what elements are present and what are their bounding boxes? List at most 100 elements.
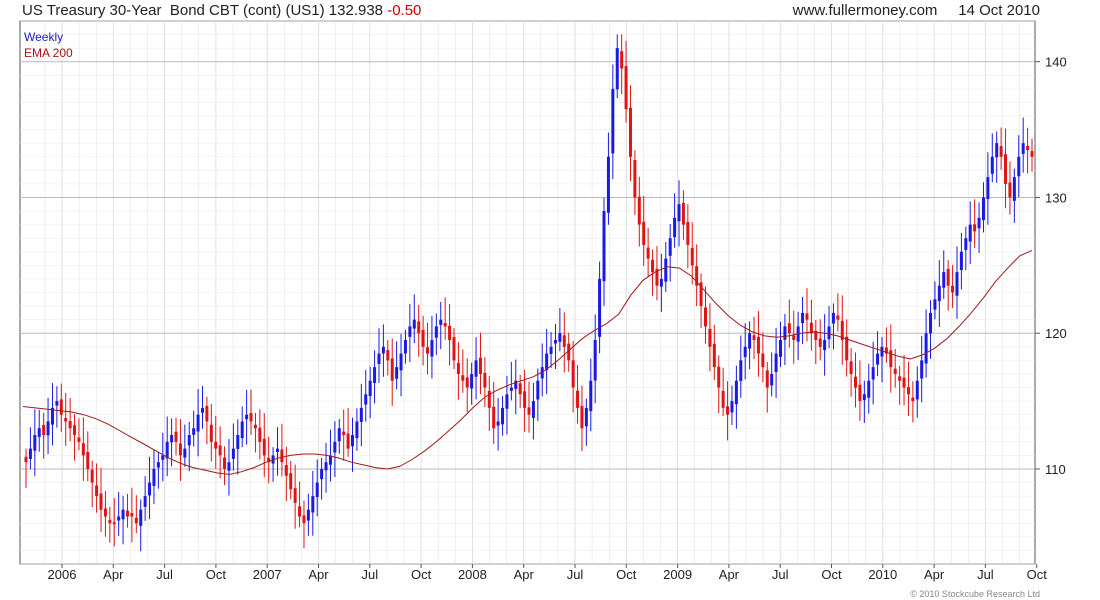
candle-body: [990, 156, 994, 174]
candle-body: [801, 312, 805, 324]
y-tick-label: 120: [1045, 326, 1067, 341]
candle-body: [986, 177, 990, 200]
candle-body: [915, 380, 919, 400]
candle-body: [28, 448, 32, 459]
candle-body: [712, 343, 716, 368]
candle-body: [677, 204, 681, 222]
candle-body: [717, 366, 721, 388]
candle-body: [1026, 145, 1030, 150]
x-tick-label: Jul: [156, 567, 173, 582]
candle-body: [293, 488, 297, 503]
candle-body: [99, 493, 103, 510]
candle-body: [593, 340, 597, 381]
candle-body: [161, 455, 165, 460]
candle-body: [703, 307, 707, 327]
x-tick-label: Apr: [514, 567, 535, 582]
candle-body: [421, 329, 425, 347]
candle-body: [156, 462, 160, 468]
candle-body: [681, 203, 685, 225]
candle-body: [576, 390, 580, 408]
copyright: © 2010 Stockcube Research Ltd: [910, 589, 1040, 599]
candle-body: [929, 312, 933, 334]
candle-body: [218, 445, 222, 456]
candle-body: [306, 509, 310, 521]
x-tick-label: 2006: [48, 567, 77, 582]
candle-body: [461, 375, 465, 381]
candle-body: [549, 346, 553, 354]
candle-body: [589, 380, 593, 412]
candle-body: [355, 421, 359, 439]
candle-body: [55, 401, 59, 406]
candle-body: [633, 160, 637, 198]
candle-body: [320, 468, 324, 480]
candle-body: [739, 360, 743, 381]
candle-body: [501, 407, 505, 425]
candle-body: [756, 336, 760, 354]
candle-body: [553, 340, 557, 344]
candle-body: [183, 448, 187, 458]
x-tick-label: 2009: [663, 567, 692, 582]
candle-body: [748, 333, 752, 349]
x-tick-label: Apr: [719, 567, 740, 582]
candle-body: [779, 340, 782, 357]
candle-body: [439, 319, 443, 325]
candle-body: [642, 221, 646, 245]
x-tick-label: Oct: [1027, 567, 1048, 582]
candle-body: [584, 407, 588, 427]
candle-body: [558, 333, 562, 342]
x-tick-label: Oct: [411, 567, 432, 582]
candle-body: [240, 421, 244, 439]
x-tick-label: Jul: [977, 567, 994, 582]
candle-body: [205, 405, 209, 422]
candle-body: [659, 278, 663, 287]
y-tick-label: 130: [1045, 190, 1067, 205]
candle-body: [571, 360, 575, 388]
candle-body: [862, 394, 866, 401]
candle-body: [523, 391, 527, 408]
candle-body: [902, 377, 906, 388]
candle-body: [483, 372, 487, 388]
candle-body: [64, 418, 68, 422]
candle-body: [474, 360, 478, 377]
y-tick-label: 110: [1045, 462, 1066, 477]
x-tick-label: 2007: [253, 567, 282, 582]
candle-body: [368, 380, 372, 397]
candle-body: [170, 435, 174, 443]
candle-body: [602, 211, 606, 282]
candle-body: [430, 340, 434, 357]
candle-body: [448, 325, 452, 341]
candle-body: [470, 373, 474, 389]
candle-body: [284, 465, 288, 476]
candle-body: [805, 313, 809, 320]
candle-body: [337, 428, 341, 442]
x-tick-label: Jul: [567, 567, 584, 582]
candle-body: [342, 431, 346, 436]
candle-body: [752, 335, 756, 341]
candle-body: [90, 469, 94, 483]
candle-body: [854, 376, 858, 388]
candle-body: [1017, 156, 1021, 177]
candle-body: [708, 328, 712, 347]
candle-body: [192, 428, 196, 435]
candle-body: [95, 485, 99, 497]
candle-body: [434, 326, 438, 338]
candle-body: [465, 377, 469, 388]
candle-body: [770, 373, 774, 386]
candle-body: [117, 516, 121, 521]
candle-body: [959, 251, 963, 271]
grid: [20, 20, 1035, 565]
candle-body: [298, 506, 302, 517]
candle-body: [951, 285, 955, 293]
candle-body: [59, 399, 63, 415]
candle-body: [845, 336, 849, 361]
candle-body: [130, 513, 134, 517]
candle-body: [893, 368, 897, 374]
candle-body: [1008, 182, 1012, 198]
candle-body: [765, 370, 769, 388]
candle-body: [223, 457, 227, 469]
x-tick-label: Apr: [103, 567, 124, 582]
candle-body: [977, 217, 981, 229]
candle-body: [426, 347, 430, 354]
candle-body: [386, 350, 390, 361]
x-tick-label: Jul: [772, 567, 789, 582]
